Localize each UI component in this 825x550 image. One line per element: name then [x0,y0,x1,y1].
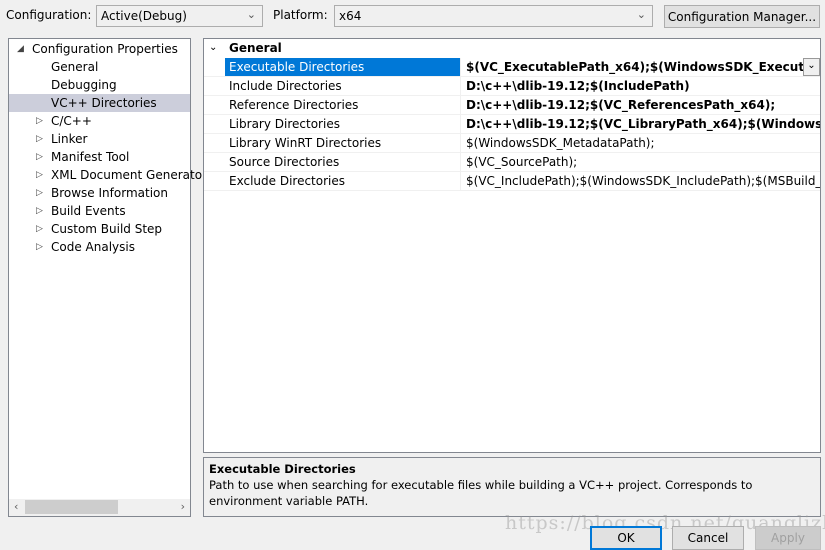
tree-item-label: Code Analysis [51,240,135,254]
tree-item-label: Browse Information [51,186,168,200]
expand-icon[interactable]: ▷ [36,238,43,256]
expand-icon[interactable]: ▷ [36,148,43,166]
expand-icon[interactable]: ▷ [36,220,43,238]
tree-item[interactable]: ▷ C/C++ [9,112,190,130]
property-row[interactable]: Executable Directories $(VC_ExecutablePat… [204,58,820,77]
tree-item[interactable]: ▷ Code Analysis [9,238,190,256]
category-label: General [229,41,282,55]
chevron-down-icon: ⌄ [246,8,256,21]
configuration-combo[interactable]: Active(Debug) ⌄ [96,5,263,27]
tree-item[interactable]: ▷ XML Document Generator [9,166,207,184]
platform-label: Platform: [273,8,328,22]
tree-item-label: General [51,60,99,74]
property-value[interactable]: $(WindowsSDK_MetadataPath); [462,134,820,152]
description-title: Executable Directories [209,462,356,476]
configuration-value: Active(Debug) [101,9,187,23]
property-value[interactable]: D:\c++\dlib-19.12;$(IncludePath) [462,77,820,95]
property-row[interactable]: Library Directories D:\c++\dlib-19.12;$(V… [204,115,820,134]
tree-item[interactable]: ◢ Configuration Properties [9,40,190,58]
configuration-label: Configuration: [6,8,92,22]
tree-item[interactable]: ▷ Linker [9,130,190,148]
chevron-down-icon[interactable]: ⌄ [209,39,217,57]
configuration-manager-button[interactable]: Configuration Manager... [664,5,820,28]
property-value[interactable]: $(VC_ExecutablePath_x64);$(WindowsSDK_Ex… [462,58,820,76]
tree-item[interactable]: ▷ Manifest Tool [9,148,190,166]
chevron-down-icon: ⌄ [636,8,646,21]
tree-item-label: C/C++ [51,114,92,128]
tree-item-label: VC++ Directories [51,96,157,110]
tree-item-label: Custom Build Step [51,222,163,236]
property-value[interactable]: D:\c++\dlib-19.12;$(VC_LibraryPath_x64);… [462,115,820,133]
tree-item-label: Configuration Properties [32,42,178,56]
property-name: Exclude Directories [225,172,461,190]
tree-item-label: Debugging [51,78,117,92]
description-text: Path to use when searching for executabl… [209,478,753,508]
description-panel: Executable Directories Path to use when … [203,457,821,517]
property-grid: ⌄ General Executable Directories $(VC_Exe… [203,38,821,453]
ok-button[interactable]: OK [590,526,662,550]
expand-icon[interactable]: ▷ [36,112,43,130]
property-name: Source Directories [225,153,461,171]
property-value[interactable]: $(VC_SourcePath); [462,153,820,171]
tree-item[interactable]: ▷ Browse Information [9,184,190,202]
tree-item[interactable]: General [9,58,190,76]
collapse-icon[interactable]: ◢ [17,40,24,58]
scroll-right-icon[interactable]: › [181,500,185,513]
platform-combo[interactable]: x64 ⌄ [334,5,653,27]
expand-icon[interactable]: ▷ [36,166,43,184]
scroll-left-icon[interactable]: ‹ [14,500,18,513]
property-row[interactable]: Include Directories D:\c++\dlib-19.12;$(I… [204,77,820,96]
scrollbar-thumb[interactable] [25,500,118,514]
property-row[interactable]: Library WinRT Directories $(WindowsSDK_Me… [204,134,820,153]
property-value[interactable]: $(VC_IncludePath);$(WindowsSDK_IncludePa… [462,172,820,190]
tree-item[interactable]: ▷ Build Events [9,202,190,220]
tree-item-label: XML Document Generator [51,168,207,182]
cancel-button[interactable]: Cancel [672,526,744,550]
property-name: Library WinRT Directories [225,134,461,152]
property-name: Library Directories [225,115,461,133]
tree-item[interactable]: VC++ Directories [9,94,190,112]
expand-icon[interactable]: ▷ [36,130,43,148]
tree-item-label: Build Events [51,204,126,218]
tree-item-label: Manifest Tool [51,150,130,164]
dropdown-button[interactable]: ⌄ [803,58,820,76]
category-general[interactable]: ⌄ General [204,39,820,58]
apply-button[interactable]: Apply [755,526,821,550]
property-name: Include Directories [225,77,461,95]
tree-item[interactable]: Debugging [9,76,190,94]
property-name: Reference Directories [225,96,461,114]
property-row[interactable]: Reference Directories D:\c++\dlib-19.12;$… [204,96,820,115]
tree-item[interactable]: ▷ Custom Build Step [9,220,190,238]
property-tree: ◢ Configuration Properties General Debuggin… [8,38,207,517]
property-row[interactable]: Source Directories $(VC_SourcePath); [204,153,820,172]
property-value[interactable]: D:\c++\dlib-19.12;$(VC_ReferencesPath_x6… [462,96,820,114]
tree-item-label: Linker [51,132,88,146]
horizontal-scrollbar[interactable]: ‹ › [9,499,190,516]
platform-value: x64 [339,9,362,23]
chevron-down-icon: ⌄ [807,60,816,71]
expand-icon[interactable]: ▷ [36,202,43,220]
property-row[interactable]: Exclude Directories $(VC_IncludePath);$(W… [204,172,820,191]
property-name: Executable Directories [225,58,461,76]
expand-icon[interactable]: ▷ [36,184,43,202]
